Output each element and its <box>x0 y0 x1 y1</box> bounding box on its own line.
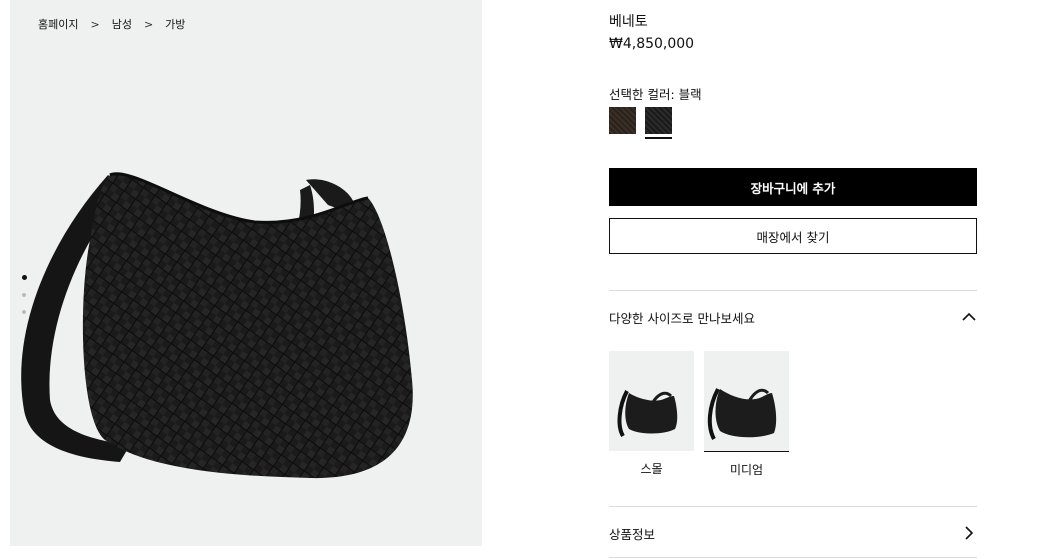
product-info-accordion[interactable]: 상품정보 <box>609 518 977 548</box>
color-swatch-black[interactable] <box>645 107 672 139</box>
divider <box>609 557 977 558</box>
size-options: 스몰 미디엄 <box>609 351 789 478</box>
chevron-right-icon <box>965 526 974 540</box>
add-to-cart-button[interactable]: 장바구니에 추가 <box>609 168 977 206</box>
breadcrumb-separator: > <box>143 17 154 31</box>
product-image <box>21 172 413 479</box>
sizes-title: 다양한 사이즈로 만나보세요 <box>609 310 755 326</box>
gallery-dot-3[interactable] <box>22 310 26 314</box>
breadcrumb-home[interactable]: 홈페이지 <box>38 16 78 32</box>
sizes-accordion-header[interactable]: 다양한 사이즈로 만나보세요 <box>609 300 977 334</box>
breadcrumb-separator: > <box>90 17 100 31</box>
gallery-dot-2[interactable] <box>22 293 26 297</box>
selected-color-label: 선택한 컬러: 블랙 <box>609 87 702 102</box>
gallery-pagination <box>22 275 27 327</box>
product-gallery: 홈페이지 > 남성 > 가방 <box>10 0 482 546</box>
breadcrumb-men[interactable]: 남성 <box>112 16 132 32</box>
size-option-medium[interactable]: 미디엄 <box>704 351 789 478</box>
size-small-image <box>609 351 694 451</box>
product-name: 베네토 <box>609 14 648 30</box>
size-label-medium: 미디엄 <box>729 463 764 477</box>
breadcrumb-bags[interactable]: 가방 <box>165 16 185 32</box>
size-medium-image <box>704 351 789 452</box>
size-option-small[interactable]: 스몰 <box>609 351 694 478</box>
chevron-up-icon <box>962 312 976 321</box>
product-price: ₩4,850,000 <box>609 36 695 52</box>
color-swatch-brown[interactable] <box>609 107 636 134</box>
find-in-store-button[interactable]: 매장에서 찾기 <box>609 218 977 254</box>
divider <box>609 506 977 507</box>
product-info-title: 상품정보 <box>609 526 656 542</box>
divider <box>609 290 977 291</box>
color-swatches <box>609 107 672 139</box>
breadcrumb: 홈페이지 > 남성 > 가방 <box>38 16 185 32</box>
gallery-dot-1[interactable] <box>22 275 27 280</box>
size-label-small: 스몰 <box>640 462 663 476</box>
